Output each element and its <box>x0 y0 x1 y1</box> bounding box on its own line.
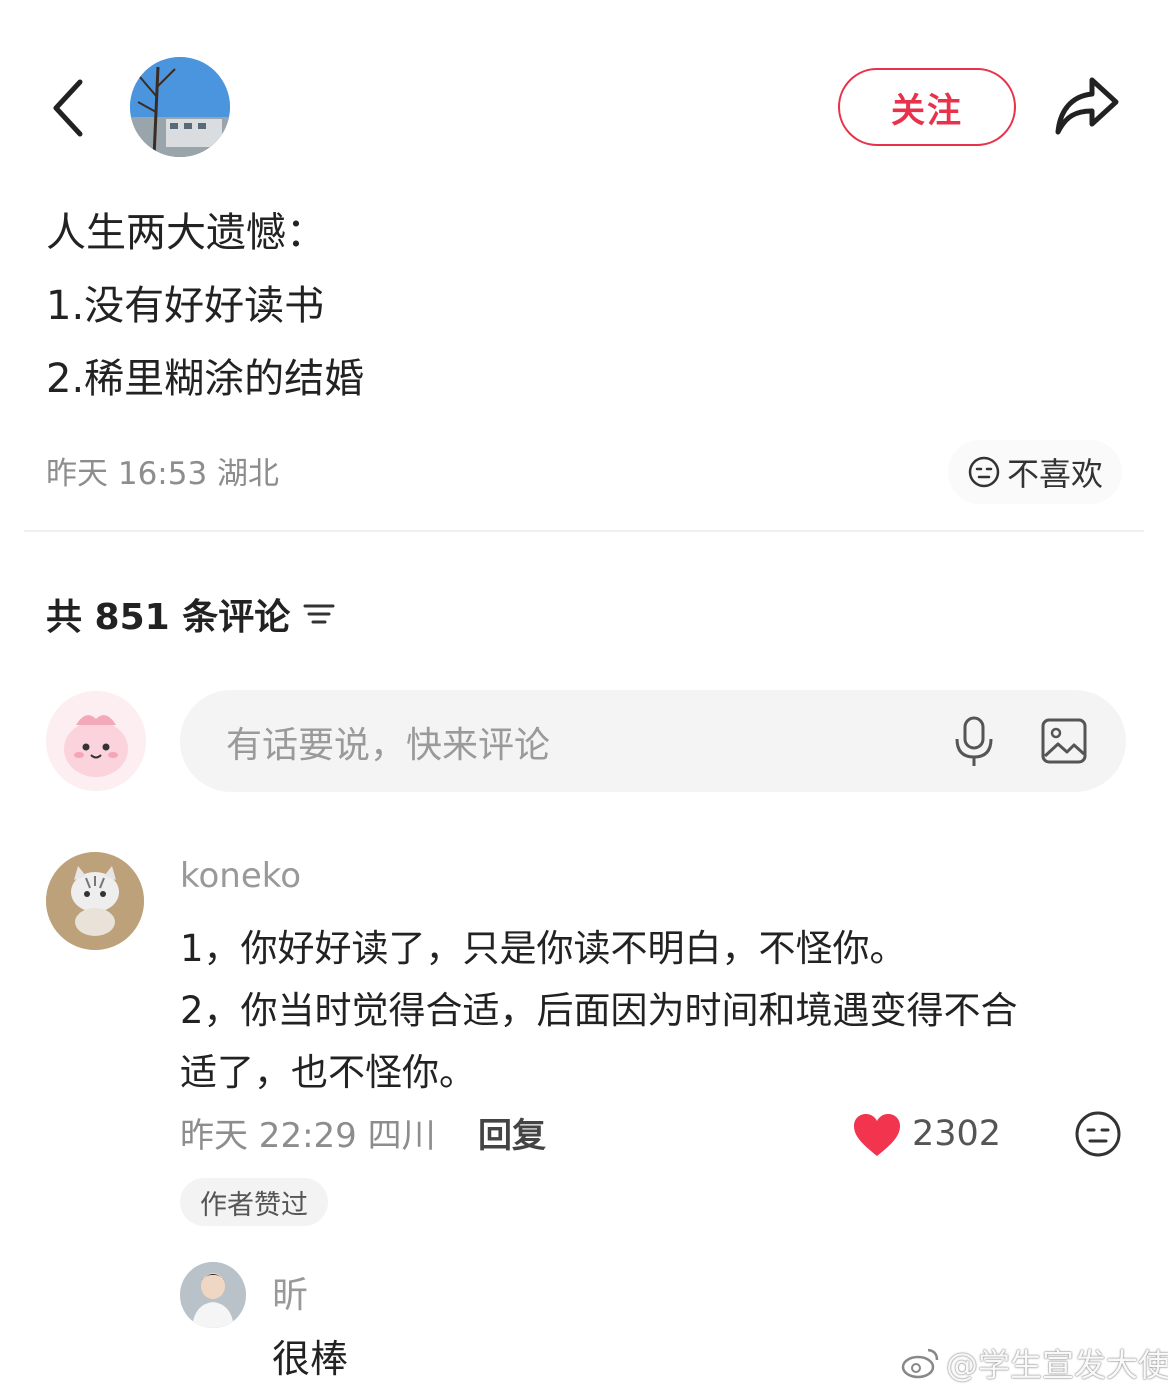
mic-icon[interactable] <box>952 715 996 769</box>
reply-username[interactable]: 昕 <box>272 1266 308 1318</box>
post-text-line: 人生两大遗憾： <box>46 210 326 256</box>
post-text-line: 1.没有好好读书 <box>46 283 325 329</box>
image-icon[interactable] <box>1040 716 1088 766</box>
comment-input-placeholder: 有话要说，快来评论 <box>226 725 551 766</box>
dislike-icon <box>968 456 1000 488</box>
watermark-text: @学生宣发大使 <box>946 1346 1168 1384</box>
comment-text-line: 1，你好好读了，只是你读不明白，不怪你。 <box>180 927 907 970</box>
back-icon[interactable] <box>44 72 92 144</box>
comment-count-label: 共 851 条评论 <box>46 597 291 638</box>
like-count: 2302 <box>912 1114 1002 1154</box>
reply-avatar[interactable] <box>180 1262 246 1328</box>
reply-text: 很棒 <box>272 1337 349 1381</box>
post-meta: 昨天 16:53 湖北 <box>46 456 280 492</box>
comment-count: 共 851 条评论 <box>46 588 336 640</box>
follow-button[interactable]: 关注 <box>838 68 1016 146</box>
comment-text-line: 适了，也不怪你。 <box>180 1051 476 1094</box>
reply-button[interactable]: 回复 <box>478 1108 546 1157</box>
comment-text-line: 2，你当时觉得合适，后面因为时间和境遇变得不合 <box>180 989 1018 1032</box>
heart-icon[interactable] <box>852 1112 902 1158</box>
commenter-avatar[interactable] <box>46 852 144 950</box>
post-text-line: 2.稀里糊涂的结婚 <box>46 356 365 402</box>
dislike-button[interactable]: 不喜欢 <box>948 440 1122 504</box>
watermark: @学生宣发大使 <box>900 1340 1168 1386</box>
author-liked-badge: 作者赞过 <box>180 1178 328 1226</box>
my-avatar <box>46 691 146 791</box>
divider <box>24 530 1144 532</box>
dislike-label: 不喜欢 <box>1006 455 1103 493</box>
commenter-username[interactable]: koneko <box>180 856 301 896</box>
weibo-icon <box>901 1348 939 1379</box>
filter-icon[interactable] <box>302 599 336 629</box>
author-avatar[interactable] <box>130 57 230 157</box>
comment-meta: 昨天 22:29 四川 <box>180 1116 436 1156</box>
share-icon[interactable] <box>1052 74 1122 140</box>
dislike-icon[interactable] <box>1074 1110 1122 1158</box>
